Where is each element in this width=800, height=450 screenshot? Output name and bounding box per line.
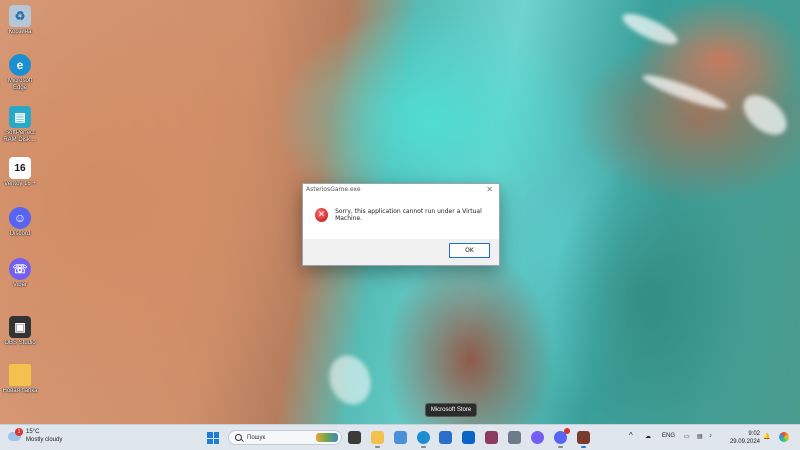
desktop-icon-label: Корзина [8,29,32,35]
dialog-message: Sorry, this application cannot run under… [335,208,482,222]
system-clock[interactable]: 9:02 29.09.2024 [724,430,760,446]
desktop-icon-label: Ventoy 16 + [4,181,36,187]
dialog-title: AsteriosGame.exe [306,186,361,193]
desktop-icon-label: Microsoft Edge [7,78,33,91]
taskbar-tooltip: Microsoft Store [425,403,477,417]
error-dialog: AsteriosGame.exe ✕ ✕ Sorry, this applica… [302,183,500,266]
wave-foam [619,8,681,50]
edge-button[interactable] [417,431,430,448]
file-explorer-button[interactable] [371,431,384,448]
game-launcher-button[interactable] [577,431,590,448]
taskbar: 1 15°C Mostly cloudy Пошук ^ ☁ ENG ▭ ▤ ♪… [0,424,800,450]
ok-button[interactable]: OK [449,243,490,258]
edge-icon: e [9,54,31,76]
microsoft-store-button[interactable] [439,431,452,444]
desktop-icon-label: SoftPerfect RAM Disk ... [3,130,37,143]
running-indicator [421,446,426,448]
running-indicator [375,446,380,448]
search-placeholder: Пошук [247,434,266,441]
running-indicator [558,446,563,448]
desktop-icon-label: Viber [13,282,27,288]
windows-logo-pane [207,438,213,444]
close-icon[interactable]: ✕ [486,185,493,194]
volume-icon[interactable]: ♪ [709,433,712,439]
cloud-icon: 1 [8,427,23,441]
weather-temperature: 15°C [26,429,40,435]
obs-icon: ▣ [9,316,31,338]
clock-date: 29.09.2024 [729,439,760,445]
notification-badge: 1 [15,427,23,436]
desktop-icon-viber[interactable]: ☏ Viber [2,258,38,289]
desktop-icon-obs[interactable]: ▣ OBS Studio [2,316,38,347]
desktop-icon-edge[interactable]: e Microsoft Edge [2,54,38,92]
desktop-icon-label: Новая папка [2,388,38,394]
outlook-button[interactable] [462,431,475,444]
desktop-icon-discord[interactable]: ☺ Discord [2,207,38,238]
desktop-icon-label: Discord [9,231,31,237]
weather-text: 15°C Mostly cloudy [26,428,62,444]
error-icon: ✕ [315,208,329,222]
wave-foam [640,70,730,114]
wave-foam [322,349,378,411]
desktop-icon-numbered-app[interactable]: 16 Ventoy 16 + [2,157,38,188]
dialog-body: ✕ Sorry, this application cannot run und… [315,208,499,222]
ram-disk-icon: ▤ [9,106,31,128]
photos-button[interactable] [394,431,407,444]
file-manager-button[interactable] [508,431,521,444]
discord-icon: ☺ [9,207,31,229]
notification-badge [564,428,570,434]
winrar-button[interactable] [485,431,498,444]
show-hidden-icons-chevron-icon[interactable]: ^ [629,431,633,440]
wave-foam [736,87,794,143]
desktop-icon-label: OBS Studio [4,340,36,346]
dialog-footer: OK [303,239,499,265]
windows-logo-pane [213,438,219,444]
running-indicator [581,446,586,448]
desktop-icon-recycle-bin[interactable]: ♻ Корзина [2,5,38,36]
copilot-icon[interactable] [779,432,789,442]
numbered-app-icon: 16 [9,157,31,179]
desktop-icon-new-folder[interactable]: Новая папка [2,364,38,395]
clock-time: 9:02 [748,431,760,437]
discord-button[interactable] [554,428,570,448]
taskbar-search[interactable]: Пошук [228,430,342,445]
windows-logo-pane [207,432,213,438]
search-highlight-image [316,433,338,442]
start-button[interactable] [207,432,219,444]
windows-logo-pane [213,432,219,438]
viber-button[interactable] [531,431,544,444]
onedrive-cloud-icon[interactable]: ☁ [645,433,651,440]
network-icon[interactable]: ▤ [697,433,703,440]
language-indicator[interactable]: ENG [662,433,675,439]
viber-icon: ☏ [9,258,31,280]
search-icon [235,434,242,441]
weather-widget[interactable]: 1 15°C Mostly cloudy [8,427,62,444]
desktop-icon-ram-disk[interactable]: ▤ SoftPerfect RAM Disk ... [2,106,38,144]
task-view-button[interactable] [348,431,361,444]
folder-icon [9,364,31,386]
weather-condition: Mostly cloudy [26,437,63,443]
notification-bell-icon[interactable]: 🔔 [763,433,770,440]
display-icon[interactable]: ▭ [684,433,690,440]
recycle-bin-icon: ♻ [9,5,31,27]
